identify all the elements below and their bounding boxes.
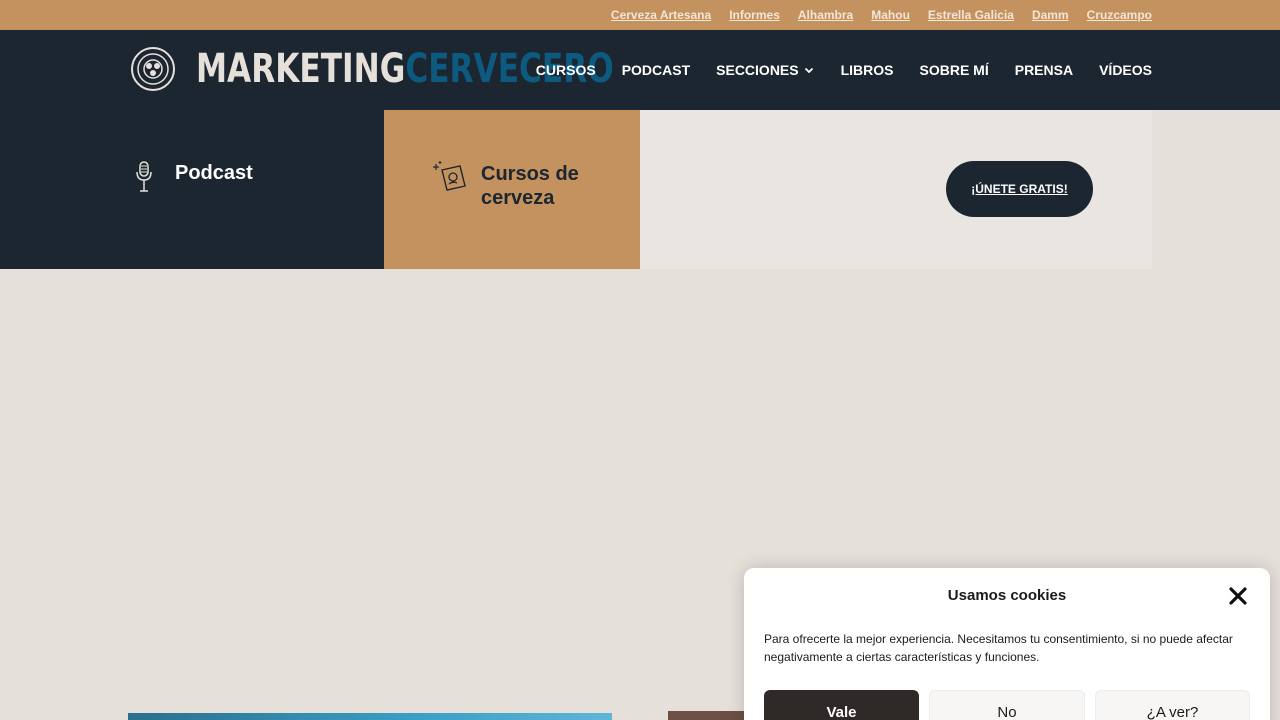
top-links: Cerveza Artesana Informes Alhambra Mahou… [611,0,1152,30]
nav-label: CURSOS [535,62,596,78]
nav-item-podcast[interactable]: PODCAST [622,62,690,78]
nav-item-libros[interactable]: LIBROS [841,62,894,78]
nav-item-cursos[interactable]: CURSOS [536,62,596,78]
nav-label: PODCAST [621,62,691,78]
top-bar: Cerveza Artesana Informes Alhambra Mahou… [0,0,1280,30]
nav-item-prensa[interactable]: PRENSA [1015,62,1073,78]
cookie-deny-button[interactable]: No [929,690,1085,720]
top-link-estrella-galicia[interactable]: Estrella Galicia [928,8,1014,22]
nav-label: PRENSA [1014,62,1074,78]
nav-label: SOBRE MÍ [919,62,989,78]
logo-word-marketing: MARKETING [196,46,406,92]
nav-item-sobre-mi[interactable]: SOBRE MÍ [920,62,989,78]
top-link-cerveza-artesana[interactable]: Cerveza Artesana [611,8,711,22]
cursos-tile-label: Cursos de cerveza [481,163,579,209]
top-link-informes[interactable]: Informes [729,8,780,22]
chevron-down-icon [804,67,813,74]
top-link-cruzcampo[interactable]: Cruzcampo [1087,8,1152,22]
close-icon[interactable] [1228,586,1248,606]
beer-course-icon [433,161,466,191]
cookie-title: Usamos cookies [947,587,1067,604]
site-header: MARKETINGCERVECERO CURSOS PODCAST SECCIO… [0,30,1280,110]
logo-emblem-icon [131,47,175,91]
top-link-damm[interactable]: Damm [1032,8,1069,22]
join-free-button[interactable]: ¡ÚNETE GRATIS! [946,161,1093,217]
cookie-preferences-button[interactable]: ¿A ver? [1095,690,1250,720]
nav-label: LIBROS [840,62,894,78]
cookie-message: Para ofrecerte la mejor experiencia. Nec… [764,632,1233,664]
microphone-icon [136,161,152,192]
cookie-consent-dialog: Usamos cookies Para ofrecerte la mejor e… [744,568,1270,720]
nav-item-secciones[interactable]: SECCIONES [716,62,814,78]
nav-label: VÍDEOS [1099,62,1152,78]
cursos-tile[interactable]: Cursos de cerveza [384,110,640,269]
top-link-mahou[interactable]: Mahou [871,8,910,22]
podcast-tile[interactable]: Podcast [0,110,384,269]
nav-label: SECCIONES [716,62,799,78]
main-nav: CURSOS PODCAST SECCIONES LIBROS SOBRE MÍ… [536,30,1152,110]
cookie-accept-button[interactable]: Vale [764,690,919,720]
nav-item-videos[interactable]: VÍDEOS [1099,62,1152,78]
podcast-tile-label: Podcast [175,162,253,184]
top-link-alhambra[interactable]: Alhambra [798,8,853,22]
article-image-left[interactable] [128,713,612,720]
